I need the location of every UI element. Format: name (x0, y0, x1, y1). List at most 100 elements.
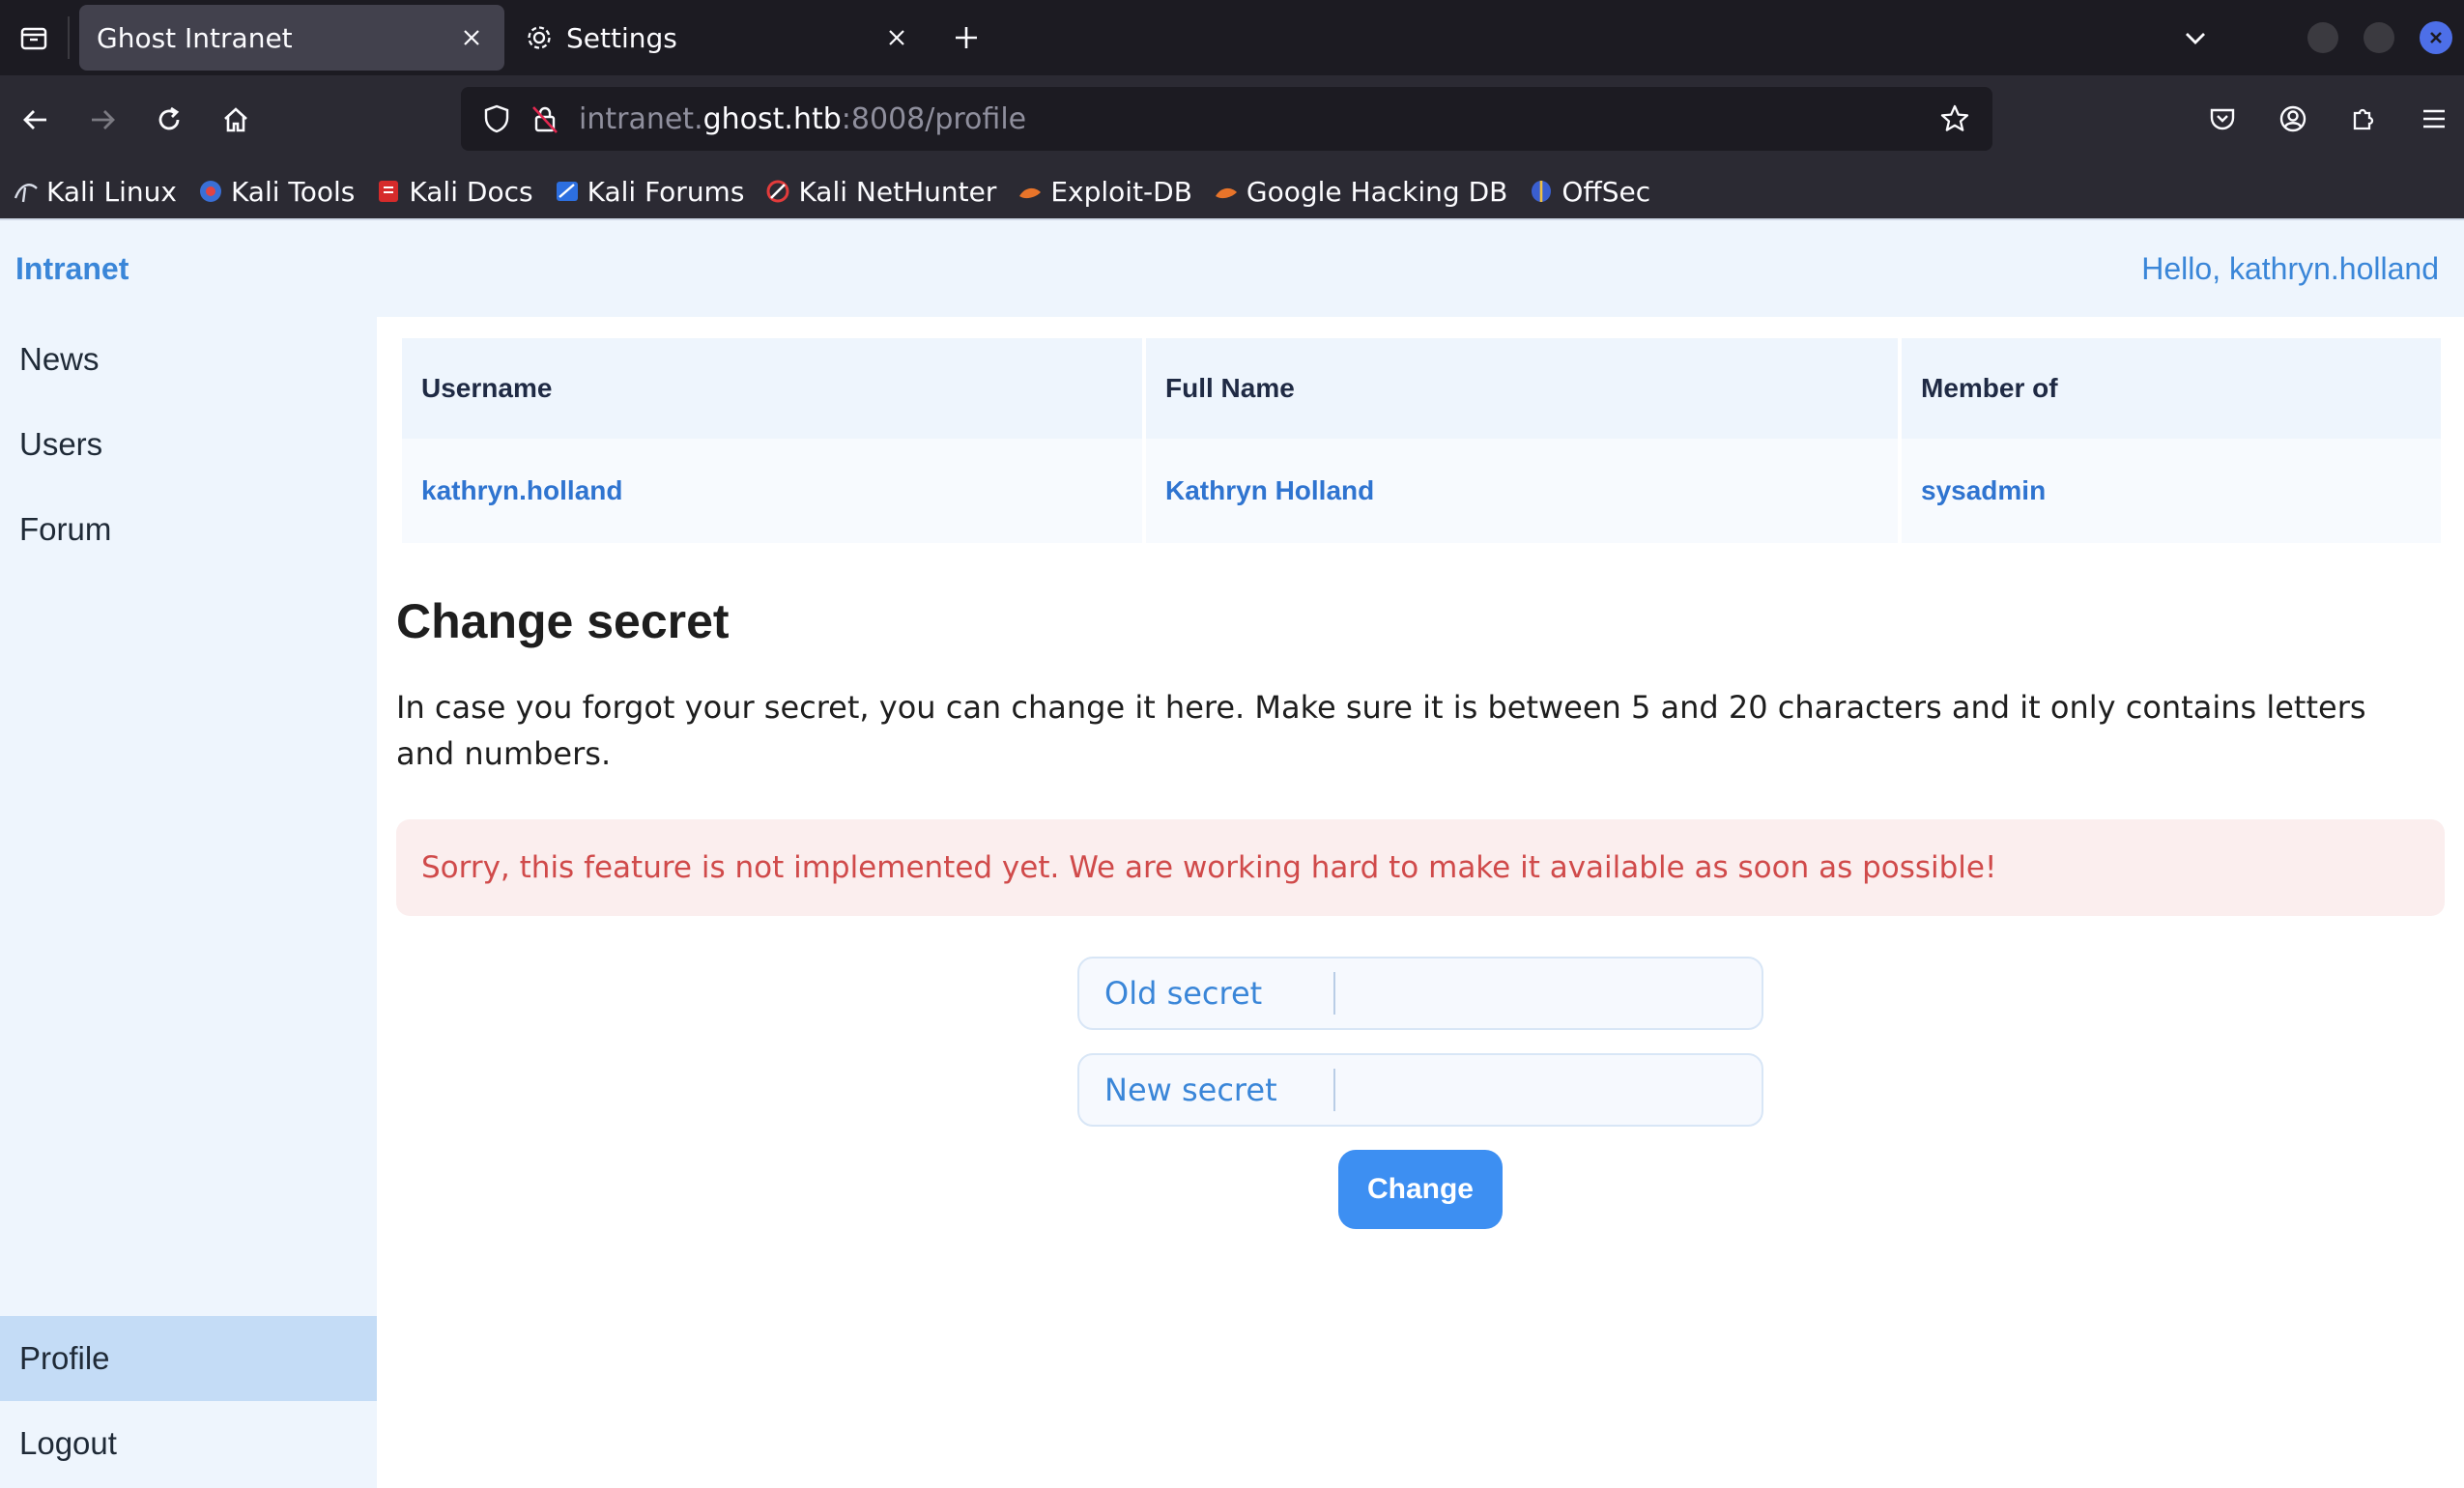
table-row: kathryn.holland Kathryn Holland sysadmin (402, 439, 2441, 543)
maximize-button[interactable] (2364, 22, 2394, 53)
page-header: Intranet Hello, kathryn.holland (0, 220, 2464, 317)
address-bar[interactable]: intranet.ghost.htb:8008/profile (461, 87, 1992, 151)
new-tab-button[interactable] (939, 11, 993, 65)
sidebar-item-label: Profile (19, 1340, 110, 1376)
profile-table: Username Full Name Member of kathryn.hol… (398, 338, 2445, 543)
navigation-toolbar: intranet.ghost.htb:8008/profile (0, 75, 2464, 164)
url-path: :8008/profile (841, 101, 1027, 136)
bookmark-label: OffSec (1561, 175, 1651, 208)
plus-icon (956, 27, 977, 48)
bookmark-star-icon[interactable] (1931, 95, 1979, 143)
kali-tools-icon (198, 179, 223, 204)
change-secret-description: In case you forgot your secret, you can … (396, 689, 2366, 772)
puzzle-icon (2353, 108, 2374, 130)
old-secret-input[interactable] (1335, 964, 1762, 1022)
full-name-cell: Kathryn Holland (1146, 439, 1898, 543)
hamburger-icon (2423, 109, 2445, 129)
bookmark-label: Kali Linux (46, 175, 177, 208)
minimize-button[interactable] (2307, 22, 2338, 53)
reload-icon (158, 106, 180, 130)
table-header-row: Username Full Name Member of (402, 338, 2441, 439)
url-text[interactable]: intranet.ghost.htb:8008/profile (579, 102, 1026, 136)
reload-button[interactable] (139, 90, 199, 150)
sidebar-item-users[interactable]: Users (0, 402, 377, 487)
bookmark-offsec[interactable]: OffSec (1529, 176, 1650, 208)
bookmark-kali-docs[interactable]: Kali Docs (376, 175, 533, 208)
change-secret-heading: Change secret (396, 594, 730, 648)
pocket-button[interactable] (2192, 89, 2252, 149)
tab-title: Ghost Intranet (97, 21, 293, 54)
full-name-link[interactable]: Kathryn Holland (1165, 475, 1374, 505)
tab-title: Settings (566, 21, 677, 54)
sidebar-item-news[interactable]: News (0, 317, 377, 402)
bookmark-label: Kali Docs (409, 175, 533, 208)
firefox-view-button[interactable] (4, 8, 64, 68)
menu-button[interactable] (2404, 89, 2464, 149)
sidebar-item-label: Users (19, 426, 103, 462)
back-button[interactable] (6, 90, 66, 150)
home-button[interactable] (206, 90, 266, 150)
bookmark-google-hacking-db[interactable]: Google Hacking DB (1214, 176, 1507, 208)
shield-icon[interactable] (473, 95, 521, 143)
account-icon (2279, 105, 2306, 132)
gear-icon (522, 20, 557, 55)
tab-separator (68, 16, 70, 59)
column-header-full-name: Full Name (1146, 338, 1898, 439)
not-implemented-alert: Sorry, this feature is not implemented y… (396, 819, 2445, 916)
forward-button[interactable] (72, 90, 132, 150)
new-secret-label: New secret (1079, 1069, 1335, 1111)
old-secret-label: Old secret (1079, 972, 1335, 1015)
url-host: ghost.htb (702, 101, 842, 136)
sidebar-item-logout[interactable]: Logout (0, 1401, 377, 1486)
offsec-icon (1529, 179, 1554, 204)
username-link[interactable]: kathryn.holland (421, 475, 622, 505)
bookmark-label: Kali NetHunter (798, 175, 997, 208)
tab-settings[interactable]: Settings (504, 5, 930, 71)
user-greeting: Hello, kathryn.holland (2141, 250, 2439, 286)
new-secret-input[interactable] (1335, 1061, 1762, 1119)
account-button[interactable] (2263, 89, 2323, 149)
home-icon (224, 107, 247, 132)
browser-window: Ghost Intranet Settings intranet.ghost.h… (0, 0, 2464, 1488)
list-all-tabs-button[interactable] (2168, 11, 2222, 65)
bookmark-label: Kali Forums (587, 175, 745, 208)
tab-strip: Ghost Intranet Settings (0, 0, 2464, 75)
main-content: Username Full Name Member of kathryn.hol… (377, 317, 2464, 1488)
alert-text: Sorry, this feature is not implemented y… (421, 850, 1997, 885)
extensions-button[interactable] (2334, 89, 2393, 149)
change-button[interactable]: Change (1338, 1150, 1503, 1229)
close-icon[interactable] (879, 20, 914, 55)
kali-dragon-icon (14, 179, 39, 204)
group-link[interactable]: sysadmin (1921, 475, 2046, 505)
bookmark-kali-tools[interactable]: Kali Tools (198, 176, 355, 208)
sidebar-item-forum[interactable]: Forum (0, 487, 377, 572)
bookmark-kali-linux[interactable]: Kali Linux (14, 176, 177, 208)
bookmark-exploit-db[interactable]: Exploit-DB (1017, 176, 1192, 208)
bookmark-kali-nethunter[interactable]: Kali NetHunter (765, 176, 996, 208)
new-secret-field: New secret (1077, 1053, 1763, 1127)
insecure-lock-icon[interactable] (521, 95, 569, 143)
bookmark-label: Exploit-DB (1050, 175, 1192, 208)
kali-forums-icon (555, 179, 580, 204)
ghdb-icon (1214, 179, 1239, 204)
window-close-button[interactable] (2420, 21, 2452, 54)
brand-link[interactable]: Intranet (15, 251, 129, 287)
arrow-left-icon (23, 110, 46, 129)
pocket-icon (2210, 108, 2235, 130)
tab-ghost-intranet[interactable]: Ghost Intranet (79, 5, 504, 71)
sidebar-item-label: Logout (19, 1425, 117, 1461)
old-secret-field: Old secret (1077, 957, 1763, 1030)
bookmarks-toolbar: Kali Linux Kali Tools Kali Docs Kali For… (0, 164, 2464, 218)
group-cell: sysadmin (1902, 439, 2441, 543)
bookmark-label: Google Hacking DB (1246, 175, 1508, 208)
sidebar: News Users Forum Profile Logout (0, 317, 377, 1488)
close-icon (2430, 32, 2442, 43)
kali-docs-icon (376, 179, 401, 204)
sidebar-item-profile[interactable]: Profile (0, 1316, 377, 1401)
exploit-db-icon (1017, 179, 1043, 204)
bookmark-kali-forums[interactable]: Kali Forums (555, 175, 745, 208)
toolbar-right (2182, 89, 2464, 149)
bookmark-label: Kali Tools (230, 175, 356, 208)
close-icon[interactable] (454, 20, 489, 55)
firefox-view-icon (20, 27, 47, 50)
